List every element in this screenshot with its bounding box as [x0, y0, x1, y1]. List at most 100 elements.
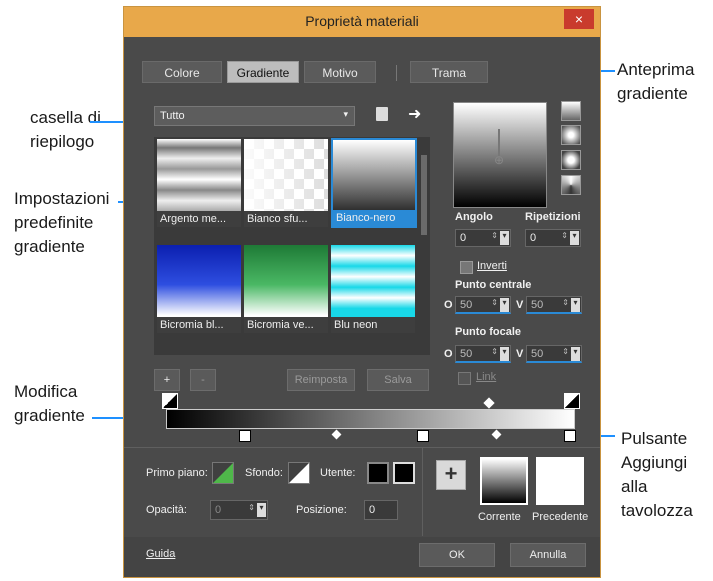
focal-v-spinner[interactable]: 50 ⇕ ▾ — [526, 345, 582, 363]
previous-gradient-swatch[interactable] — [536, 457, 584, 505]
preset-thumb[interactable]: Bicromia bl... — [157, 245, 241, 333]
color-stop-marker[interactable] — [239, 430, 251, 442]
tab-divider — [396, 65, 397, 81]
gradient-end-marker[interactable] — [564, 393, 580, 409]
ok-button[interactable]: OK — [419, 543, 495, 567]
color-midpoint-handle[interactable] — [491, 429, 502, 440]
invert-checkbox[interactable] — [460, 261, 473, 274]
link-label: Link — [476, 371, 497, 383]
background-swatch[interactable] — [288, 462, 310, 484]
add-preset-button[interactable]: + — [154, 369, 180, 391]
opacity-spinner[interactable]: 0 ⇕ ▾ — [210, 500, 268, 520]
focal-point-label: Punto focale — [455, 326, 522, 338]
dropdown-value: Tutto — [160, 110, 185, 122]
radial-gradient-icon[interactable] — [561, 150, 581, 170]
spinner-updown-icon[interactable]: ⇕ — [561, 231, 568, 240]
preset-thumb[interactable]: Blu neon — [331, 245, 415, 333]
preset-thumb[interactable]: Bicromia ve... — [244, 245, 328, 333]
chevron-down-icon[interactable]: ▾ — [257, 503, 266, 517]
chevron-down-icon[interactable]: ▾ — [570, 231, 579, 245]
repeat-spinner[interactable]: 0 ⇕ ▾ — [525, 229, 581, 247]
direction-handle-icon[interactable]: ⊕ — [494, 153, 504, 167]
color-stop-marker[interactable] — [564, 430, 576, 442]
add-to-palette-button[interactable]: + — [436, 460, 466, 490]
chevron-down-icon: ▾ — [343, 109, 348, 119]
tab-gradiente[interactable]: Gradiente — [227, 61, 299, 83]
chevron-down-icon[interactable]: ▾ — [500, 347, 509, 361]
color-midpoint-handle[interactable] — [331, 429, 342, 440]
arrow-right-icon[interactable]: ➜ — [408, 104, 421, 124]
foreground-swatch[interactable] — [212, 462, 234, 484]
spinner-updown-icon[interactable]: ⇕ — [491, 298, 498, 307]
foreground-color — [213, 463, 233, 483]
angle-label: Angolo — [455, 211, 493, 223]
preset-label: Bicromia bl... — [157, 317, 241, 333]
position-field[interactable]: 0 — [364, 500, 398, 520]
title-bar[interactable]: Proprietà materiali × — [124, 7, 600, 37]
copy-icon[interactable] — [376, 107, 388, 121]
callout-add-line2: Aggiungi — [621, 453, 688, 472]
help-link[interactable]: Guida — [146, 548, 175, 560]
fade-overlay — [244, 139, 328, 211]
chevron-down-icon[interactable]: ▾ — [500, 298, 509, 312]
presets-scrollbar[interactable] — [420, 141, 428, 347]
current-gradient-swatch[interactable] — [480, 457, 528, 505]
close-button[interactable]: × — [564, 9, 594, 29]
repeat-value: 0 — [530, 232, 537, 244]
remove-preset-button[interactable]: - — [190, 369, 216, 391]
cancel-button[interactable]: Annulla — [510, 543, 586, 567]
center-v-spinner[interactable]: 50 ⇕ ▾ — [526, 296, 582, 314]
background-label: Sfondo: — [245, 467, 283, 479]
preset-category-dropdown[interactable]: Tutto ▾ — [154, 106, 355, 126]
spinner-updown-icon[interactable]: ⇕ — [562, 298, 569, 307]
current-label: Corrente — [478, 511, 521, 523]
angle-spinner[interactable]: 0 ⇕ ▾ — [455, 229, 511, 247]
chevron-down-icon[interactable]: ▾ — [571, 298, 580, 312]
position-value: 0 — [369, 504, 376, 516]
center-o-label: O — [444, 299, 453, 311]
scrollbar-thumb[interactable] — [421, 155, 427, 235]
user-label: Utente: — [320, 467, 356, 479]
material-properties-dialog: Proprietà materiali × Colore Gradiente M… — [123, 6, 601, 578]
spinner-updown-icon[interactable]: ⇕ — [562, 347, 569, 356]
spinner-updown-icon[interactable]: ⇕ — [491, 231, 498, 240]
preset-thumb-selected[interactable]: Bianco-nero — [331, 138, 417, 228]
gradient-start-marker[interactable] — [162, 393, 178, 409]
rectangular-gradient-icon[interactable] — [561, 125, 581, 145]
preset-thumb[interactable]: Argento me... — [157, 139, 241, 227]
center-v-value: 50 — [531, 299, 544, 311]
chevron-down-icon[interactable]: ▾ — [500, 231, 509, 245]
tab-motivo[interactable]: Motivo — [304, 61, 376, 83]
color-stop-marker[interactable] — [417, 430, 429, 442]
focal-o-spinner[interactable]: 50 ⇕ ▾ — [455, 345, 511, 363]
gradient-bar[interactable] — [166, 409, 575, 429]
link-checkbox[interactable] — [458, 372, 471, 385]
center-v-label: V — [516, 299, 524, 311]
background-color — [289, 463, 309, 483]
user-color-swatch-2[interactable] — [393, 462, 415, 484]
chevron-down-icon[interactable]: ▾ — [571, 347, 580, 361]
spinner-updown-icon[interactable]: ⇕ — [248, 503, 255, 512]
callout-add-line4: tavolozza — [621, 501, 693, 520]
spinner-updown-icon[interactable]: ⇕ — [491, 347, 498, 356]
save-button[interactable]: Salva — [367, 369, 429, 391]
center-o-value: 50 — [460, 299, 473, 311]
preset-thumb[interactable]: Bianco sfu... — [244, 139, 328, 227]
sunburst-gradient-icon[interactable] — [561, 175, 581, 195]
preset-label: Blu neon — [331, 317, 415, 333]
center-o-spinner[interactable]: 50 ⇕ ▾ — [455, 296, 511, 314]
tab-trama[interactable]: Trama — [410, 61, 488, 83]
callout-add: Pulsante Aggiungi alla tavolozza — [621, 427, 693, 523]
user-color-swatch-1[interactable] — [367, 462, 389, 484]
transparency-midpoint-handle[interactable] — [483, 397, 495, 409]
linear-gradient-icon[interactable] — [561, 101, 581, 121]
reset-button[interactable]: Reimposta — [287, 369, 355, 391]
gradient-preview[interactable]: ⊕ — [453, 102, 547, 208]
callout-add-line3: alla — [621, 477, 648, 496]
opacity-label: Opacità: — [146, 504, 187, 516]
tab-colore[interactable]: Colore — [142, 61, 222, 83]
preset-label: Bicromia ve... — [244, 317, 328, 333]
focal-v-value: 50 — [531, 348, 544, 360]
preset-label: Bianco-nero — [333, 210, 415, 226]
callout-add-line1: Pulsante — [621, 429, 688, 448]
